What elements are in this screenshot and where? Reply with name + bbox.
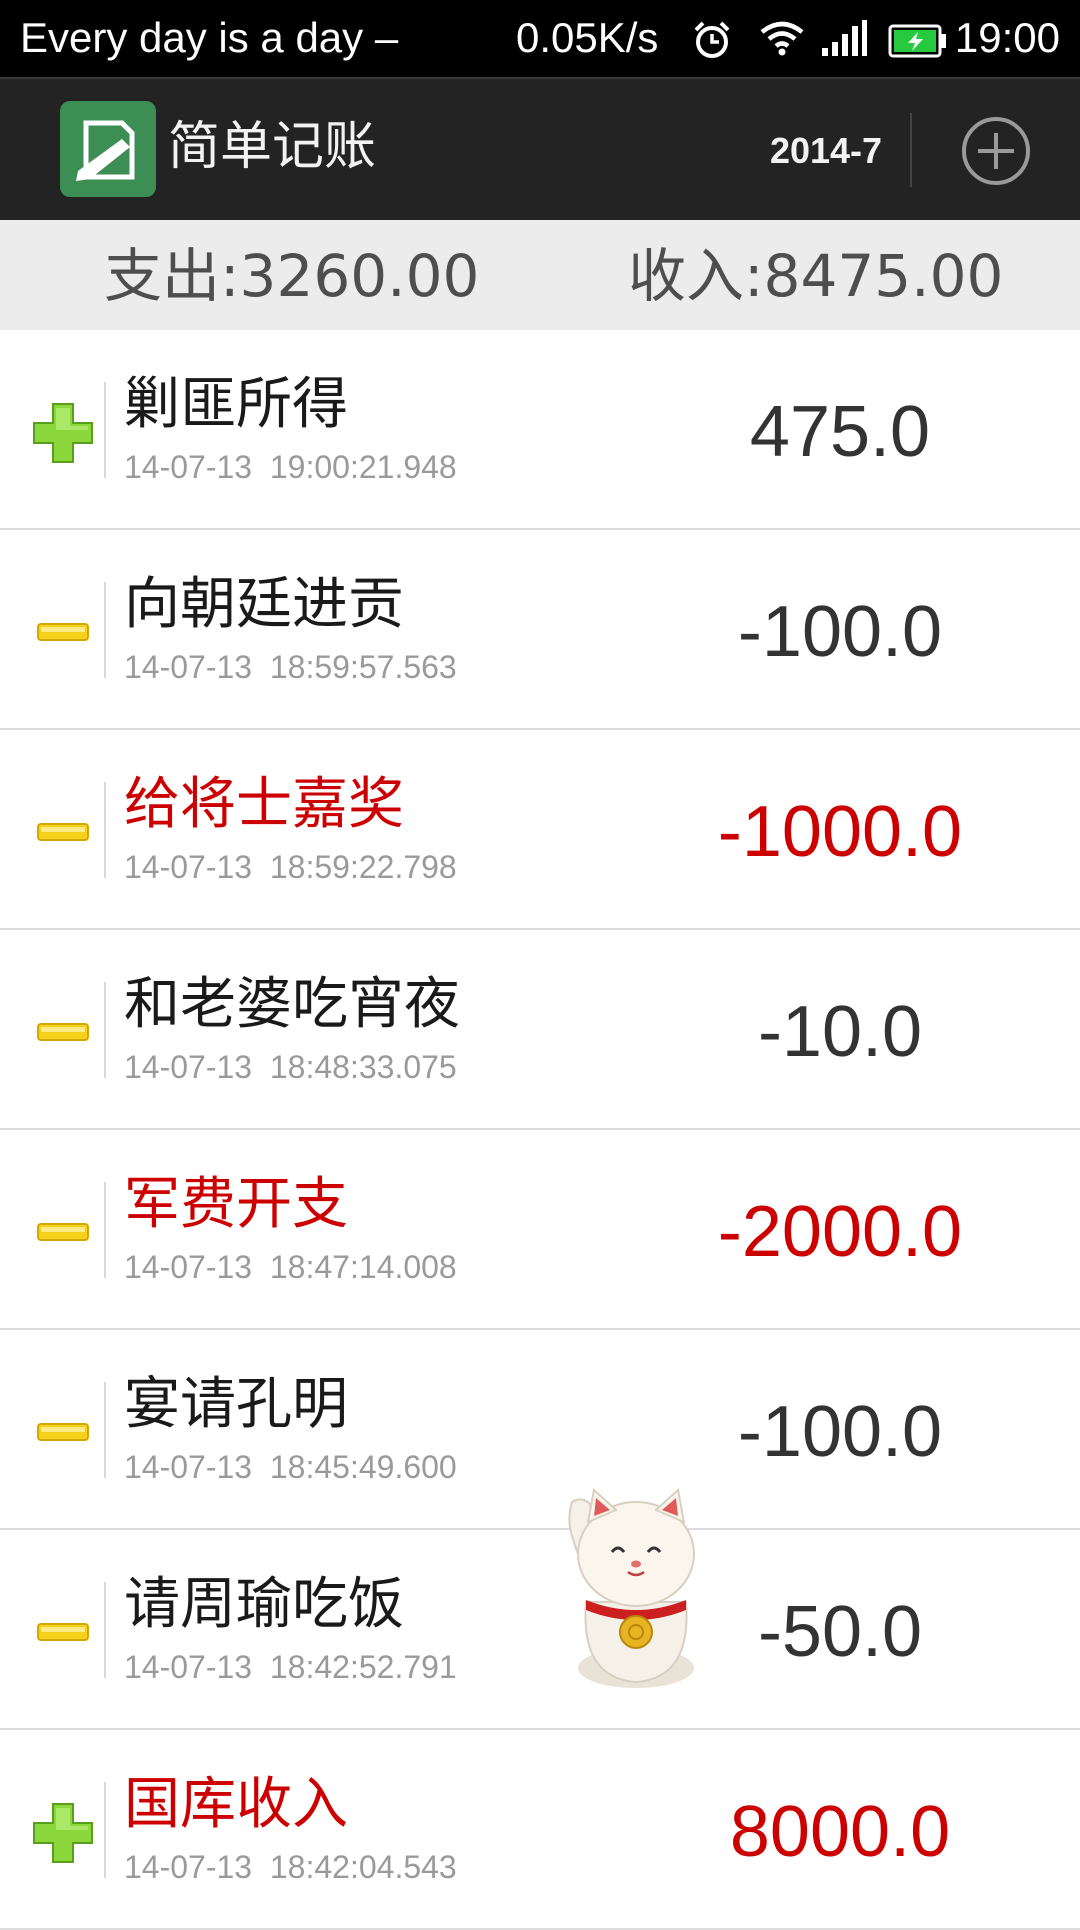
- signal-icon: [820, 18, 868, 62]
- record-row[interactable]: 向朝廷进贡 14-07-13 18:59:57.563 -100.0: [0, 530, 1080, 730]
- total-expense: 支出:3260.00: [104, 242, 480, 310]
- record-title: 剿匪所得: [124, 372, 348, 437]
- minus-icon: [30, 600, 96, 666]
- minus-icon: [30, 1000, 96, 1066]
- record-amount: 8000.0: [729, 1792, 951, 1872]
- record-timestamp: 14-07-13 18:42:04.543: [124, 1849, 457, 1885]
- action-bar: 简单记账 2014-7: [0, 77, 1080, 220]
- record-timestamp: 14-07-13 18:48:33.075: [124, 1049, 457, 1085]
- clock-time: 19:00: [954, 14, 1060, 61]
- record-title: 宴请孔明: [124, 1372, 348, 1437]
- row-divider: [104, 982, 106, 1078]
- app-title: 简单记账: [168, 117, 377, 177]
- record-amount: 475.0: [749, 392, 931, 472]
- record-row[interactable]: 和老婆吃宵夜 14-07-13 18:48:33.075 -10.0: [0, 930, 1080, 1130]
- minus-icon: [30, 1600, 96, 1666]
- record-list: 剿匪所得 14-07-13 19:00:21.948 475.0 向朝廷进贡 14-07…: [0, 330, 1080, 1930]
- record-title: 和老婆吃宵夜: [124, 972, 460, 1037]
- add-circle-icon: [962, 117, 1030, 185]
- row-divider: [104, 382, 106, 478]
- row-divider: [104, 582, 106, 678]
- record-row[interactable]: 军费开支 14-07-13 18:47:14.008 -2000.0: [0, 1130, 1080, 1330]
- record-timestamp: 14-07-13 19:00:21.948: [124, 449, 457, 485]
- alarm-clock-icon: [690, 18, 734, 66]
- total-income: 收入:8475.00: [628, 242, 1004, 310]
- record-amount: -100.0: [737, 592, 943, 672]
- battery-charging-icon: [888, 24, 948, 62]
- record-title: 请周瑜吃饭: [124, 1572, 404, 1637]
- network-speed: 0.05K/s: [516, 14, 659, 61]
- monthly-summary: 支出:3260.00 收入:8475.00: [0, 220, 1080, 330]
- record-row[interactable]: 国库收入 14-07-13 18:42:04.543 8000.0: [0, 1730, 1080, 1930]
- status-bar: Every day is a day – 0.05K/s 19:00: [0, 0, 1080, 77]
- record-title: 军费开支: [124, 1172, 348, 1237]
- record-amount: -2000.0: [717, 1192, 963, 1272]
- row-divider: [104, 1582, 106, 1678]
- record-timestamp: 14-07-13 18:59:22.798: [124, 849, 457, 885]
- record-title: 国库收入: [124, 1772, 348, 1837]
- record-amount: -100.0: [737, 1392, 943, 1472]
- status-notification-text: Every day is a day –: [20, 14, 399, 61]
- record-timestamp: 14-07-13 18:59:57.563: [124, 649, 457, 685]
- record-title: 向朝廷进贡: [124, 572, 404, 637]
- record-timestamp: 14-07-13 18:45:49.600: [124, 1449, 457, 1485]
- lucky-cat-icon: [560, 1482, 708, 1692]
- record-amount: -10.0: [757, 992, 923, 1072]
- record-row[interactable]: 请周瑜吃饭 14-07-13 18:42:52.791 -50.0: [0, 1530, 1080, 1730]
- record-amount: -1000.0: [717, 792, 963, 872]
- action-bar-divider: [910, 113, 912, 187]
- record-title: 给将士嘉奖: [124, 772, 404, 837]
- wifi-icon: [758, 18, 806, 62]
- minus-icon: [30, 800, 96, 866]
- row-divider: [104, 782, 106, 878]
- record-timestamp: 14-07-13 18:42:52.791: [124, 1649, 457, 1685]
- record-timestamp: 14-07-13 18:47:14.008: [124, 1249, 457, 1285]
- plus-icon: [30, 400, 96, 466]
- row-divider: [104, 1182, 106, 1278]
- record-row[interactable]: 给将士嘉奖 14-07-13 18:59:22.798 -1000.0: [0, 730, 1080, 930]
- ledger-pen-icon: [60, 101, 156, 197]
- minus-icon: [30, 1200, 96, 1266]
- row-divider: [104, 1782, 106, 1878]
- record-amount: -50.0: [757, 1592, 923, 1672]
- row-divider: [104, 1382, 106, 1478]
- minus-icon: [30, 1400, 96, 1466]
- record-row[interactable]: 宴请孔明 14-07-13 18:45:49.600 -100.0: [0, 1330, 1080, 1530]
- month-selector[interactable]: 2014-7: [756, 123, 896, 179]
- add-record-button[interactable]: [958, 113, 1034, 189]
- plus-icon: [30, 1800, 96, 1866]
- record-row[interactable]: 剿匪所得 14-07-13 19:00:21.948 475.0: [0, 330, 1080, 530]
